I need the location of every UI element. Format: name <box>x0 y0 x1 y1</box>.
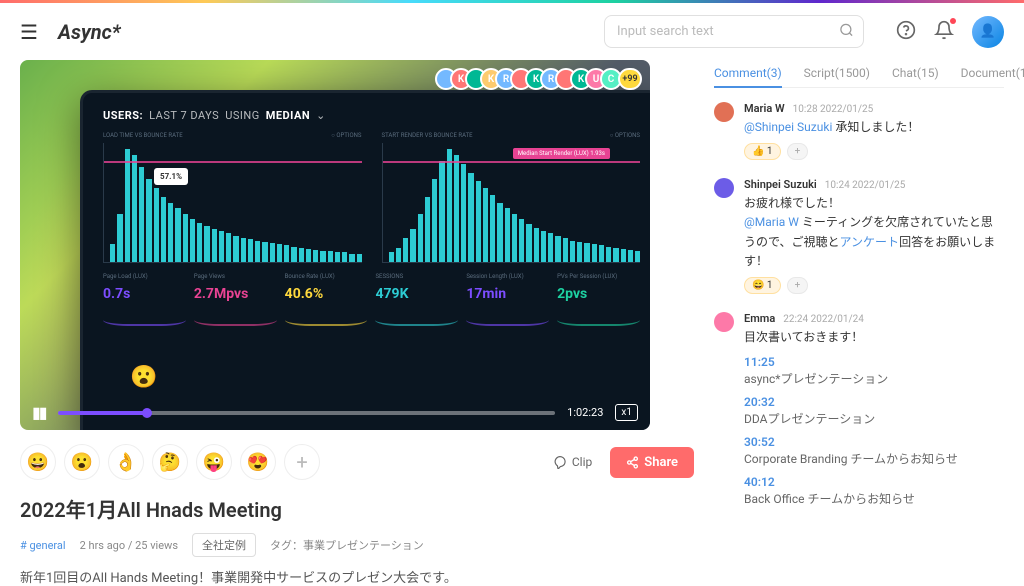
logo[interactable]: Async* <box>58 20 121 44</box>
comment-item: Shinpei Suzuki10:24 2022/01/25 お疲れ様でした！@… <box>714 178 1004 294</box>
react-add[interactable]: + <box>284 444 320 480</box>
time-display: 1:02:23 <box>567 406 603 419</box>
tab-chat[interactable]: Chat(15) <box>892 60 939 87</box>
user-avatar[interactable]: 👤 <box>972 16 1004 48</box>
video-title: 2022年1月All Hnads Meeting <box>20 494 694 523</box>
reaction-add[interactable]: + <box>787 143 809 160</box>
timestamp-link[interactable]: 40:12 <box>744 475 1004 489</box>
category-badge[interactable]: 全社定例 <box>192 533 256 557</box>
help-icon[interactable] <box>896 20 916 44</box>
tab-script[interactable]: Script(1500) <box>804 60 870 87</box>
hashtag[interactable]: # general <box>20 539 66 552</box>
share-button[interactable]: Share <box>610 447 694 478</box>
mention[interactable]: @Shinpei Suzuki <box>744 120 832 134</box>
comment-item: Emma22:24 2022/01/24 目次書いておきます！ 11:25asy… <box>714 312 1004 507</box>
react-smile[interactable]: 😀 <box>20 444 56 480</box>
react-heart-eyes[interactable]: 😍 <box>240 444 276 480</box>
react-think[interactable]: 🤔 <box>152 444 188 480</box>
clip-button[interactable]: Clip <box>543 448 602 476</box>
timestamp-link[interactable]: 11:25 <box>744 355 1004 369</box>
notifications-icon[interactable] <box>934 20 954 44</box>
topbar: ☰ Async* 👤 <box>0 3 1024 60</box>
timestamp-link[interactable]: 20:32 <box>744 395 1004 409</box>
search-icon[interactable] <box>839 22 854 41</box>
react-wink[interactable]: 😜 <box>196 444 232 480</box>
timestamp-link[interactable]: 30:52 <box>744 435 1004 449</box>
pause-button[interactable]: ▮▮ <box>32 403 46 422</box>
reaction-pill[interactable]: 👍 1 <box>744 143 781 160</box>
menu-icon[interactable]: ☰ <box>20 20 38 44</box>
floating-reaction: 😮 <box>130 365 157 390</box>
link[interactable]: アンケート <box>840 235 900 249</box>
reaction-pill[interactable]: 😄 1 <box>744 277 781 294</box>
tab-comment[interactable]: Comment(3) <box>714 60 782 88</box>
mention[interactable]: @Maria W <box>744 215 799 229</box>
react-wow[interactable]: 😮 <box>64 444 100 480</box>
video-meta: # general 2 hrs ago / 25 views 全社定例 タグ：事… <box>20 533 694 557</box>
progress-bar[interactable] <box>58 411 556 415</box>
video-description: 新年1回目のAll Hands Meeting！事業開発中サービスのプレゼン大会… <box>20 567 694 586</box>
video-content: USERS: LAST 7 DAYS USING MEDIAN ⌄ LOAD T… <box>80 90 650 430</box>
side-tabs: Comment(3) Script(1500) Chat(15) Documen… <box>714 60 1004 88</box>
react-ok[interactable]: 👌 <box>108 444 144 480</box>
video-player[interactable]: USERS: LAST 7 DAYS USING MEDIAN ⌄ LOAD T… <box>20 60 650 430</box>
comment-item: Maria W10:28 2022/01/25 @Shinpei Suzuki … <box>714 102 1004 160</box>
viewers-list[interactable]: KKRKRKUC+99 <box>442 68 642 90</box>
playback-speed[interactable]: x1 <box>615 404 638 421</box>
search-input[interactable] <box>604 15 864 48</box>
tab-document[interactable]: Document(1) <box>961 60 1024 87</box>
reaction-add[interactable]: + <box>787 277 809 294</box>
